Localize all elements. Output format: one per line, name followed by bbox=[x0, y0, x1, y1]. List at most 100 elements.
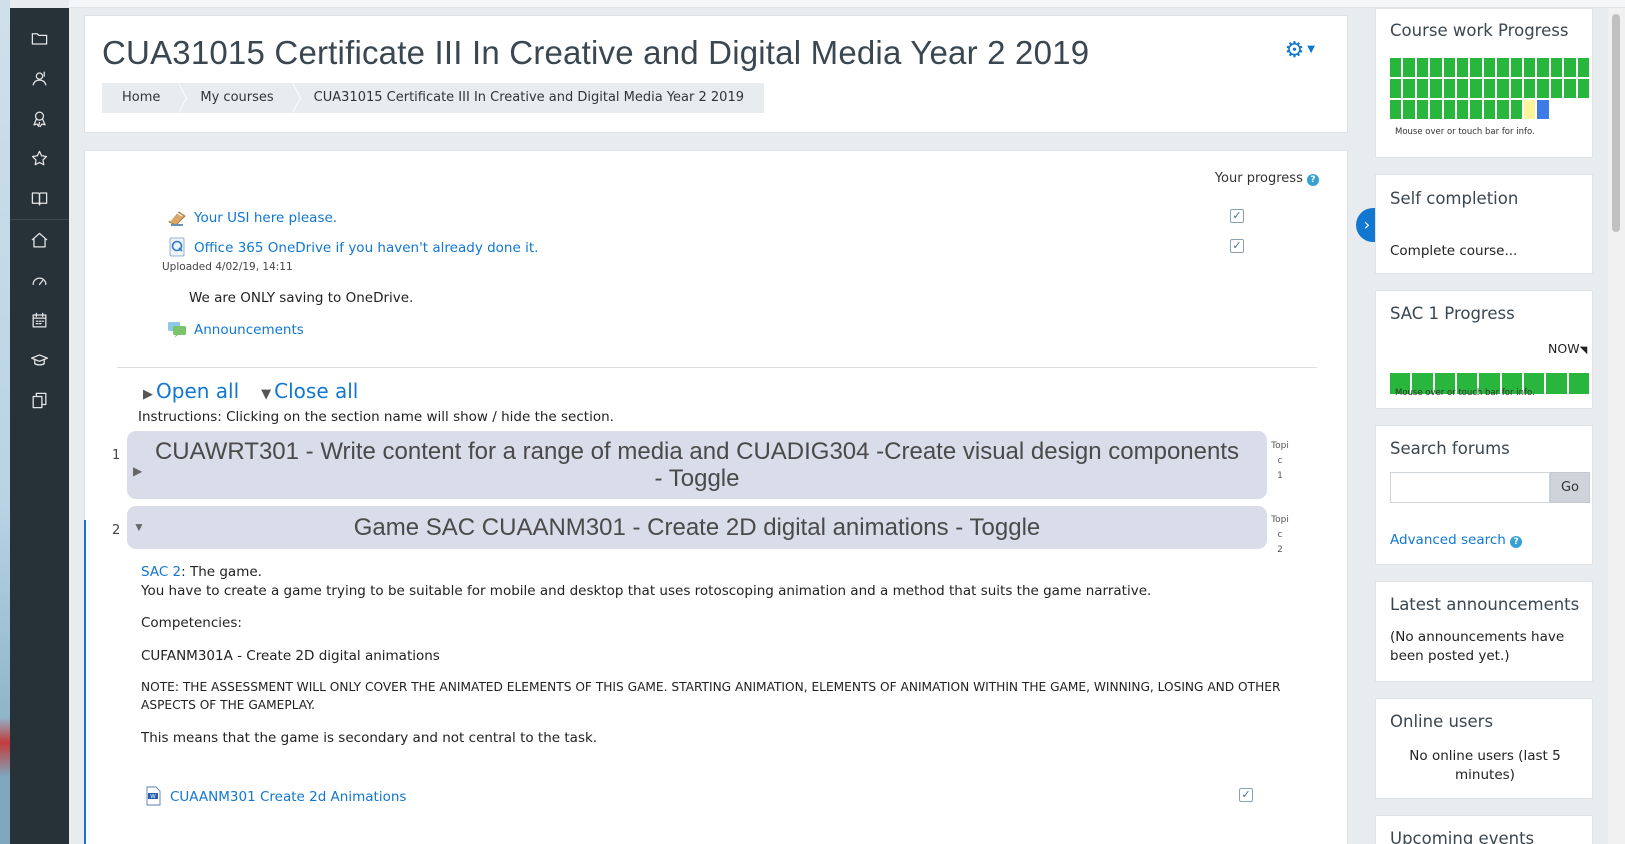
progress-cell[interactable] bbox=[1550, 58, 1563, 77]
sac-2-link[interactable]: SAC 2 bbox=[141, 564, 181, 580]
progress-cell[interactable] bbox=[1577, 79, 1589, 98]
progress-cell[interactable] bbox=[1470, 58, 1482, 77]
progress-cell[interactable] bbox=[1483, 58, 1496, 77]
progress-cell[interactable] bbox=[1523, 58, 1536, 77]
progress-cell[interactable] bbox=[1510, 100, 1522, 119]
breadcrumb-my-courses[interactable]: My courses bbox=[180, 83, 301, 113]
progress-cell[interactable] bbox=[1564, 79, 1576, 98]
help-icon[interactable]: ? bbox=[1307, 174, 1319, 186]
block-self-completion: Self completion Complete course... bbox=[1375, 174, 1593, 274]
progress-cell[interactable] bbox=[1430, 79, 1442, 98]
section-number: 1 bbox=[112, 448, 121, 463]
sac-rest: : The game. bbox=[181, 564, 262, 580]
progress-cell[interactable] bbox=[1430, 58, 1442, 77]
progress-cell[interactable] bbox=[1483, 100, 1496, 119]
open-all-button[interactable]: ▶ Open all bbox=[143, 379, 239, 403]
book-icon[interactable] bbox=[27, 186, 51, 210]
progress-cell[interactable] bbox=[1430, 100, 1442, 119]
complete-course-link[interactable]: Complete course... bbox=[1390, 242, 1517, 261]
activity-link[interactable]: CUAANM301 Create 2d Animations bbox=[170, 789, 406, 805]
progress-cell[interactable] bbox=[1550, 79, 1563, 98]
progress-cell[interactable] bbox=[1416, 79, 1429, 98]
progress-cell[interactable] bbox=[1443, 79, 1455, 98]
progress-cell[interactable] bbox=[1510, 58, 1522, 77]
calendar-icon[interactable] bbox=[27, 308, 51, 332]
gear-icon: ⚙ bbox=[1284, 38, 1305, 63]
star-icon[interactable] bbox=[27, 146, 51, 170]
contacts-icon[interactable] bbox=[27, 66, 51, 90]
folder-icon[interactable] bbox=[27, 26, 51, 50]
advanced-search: Advanced search ? bbox=[1390, 531, 1523, 550]
graduation-cap-icon[interactable] bbox=[27, 348, 51, 372]
breadcrumb-course[interactable]: CUA31015 Certificate III In Creative and… bbox=[294, 83, 764, 113]
completion-checkbox[interactable]: ✓ bbox=[1239, 788, 1253, 802]
url-icon bbox=[169, 237, 185, 257]
progress-cell[interactable] bbox=[1403, 79, 1415, 98]
progress-segment[interactable] bbox=[1568, 373, 1589, 394]
course-content: Your progress ? Your USI here please. ✓ … bbox=[84, 150, 1348, 844]
block-latest-announcements: Latest announcements (No announcements h… bbox=[1375, 581, 1593, 682]
progress-cell[interactable] bbox=[1390, 100, 1402, 119]
activity-link[interactable]: Your USI here please. bbox=[194, 210, 337, 226]
section-title-line: - Toggle bbox=[654, 465, 740, 492]
help-icon[interactable]: ? bbox=[1510, 536, 1523, 548]
clipboard-icon bbox=[168, 211, 186, 226]
block-title: Online users bbox=[1390, 712, 1494, 731]
topic-label-part: 1 bbox=[1277, 471, 1283, 481]
block-coursework-progress: Course work Progress Mouse over or touch… bbox=[1375, 8, 1593, 158]
files-icon[interactable] bbox=[27, 388, 51, 412]
close-all-label: Close all bbox=[274, 379, 359, 403]
progress-cell[interactable] bbox=[1497, 100, 1509, 119]
progress-cell[interactable] bbox=[1390, 79, 1402, 98]
activity-link[interactable]: Announcements bbox=[194, 322, 304, 338]
progress-cell[interactable] bbox=[1416, 58, 1429, 77]
home-icon[interactable] bbox=[27, 228, 51, 252]
completion-checkbox[interactable]: ✓ bbox=[1230, 209, 1244, 223]
dashboard-icon[interactable] bbox=[27, 268, 51, 292]
scroll-thumb[interactable] bbox=[1612, 14, 1620, 232]
topic-label-part: c bbox=[1277, 530, 1283, 540]
breadcrumb-home[interactable]: Home bbox=[102, 83, 188, 113]
progress-cell[interactable] bbox=[1483, 79, 1496, 98]
progress-cell[interactable] bbox=[1390, 58, 1402, 77]
progress-cell[interactable] bbox=[1443, 58, 1455, 77]
activity-link[interactable]: Office 365 OneDrive if you haven't alrea… bbox=[194, 240, 538, 256]
progress-cell[interactable] bbox=[1537, 100, 1549, 119]
badge-icon[interactable] bbox=[27, 106, 51, 130]
section-1-toggle[interactable]: ▶ CUAWRT301 - Write content for a range … bbox=[127, 431, 1267, 499]
section-title: Game SAC CUAANM301 - Create 2D digital a… bbox=[353, 514, 1041, 541]
progress-cell[interactable] bbox=[1564, 58, 1576, 77]
section-2-toggle[interactable]: ▼ Game SAC CUAANM301 - Create 2D digital… bbox=[127, 506, 1267, 549]
completion-checkbox[interactable]: ✓ bbox=[1230, 239, 1244, 253]
progress-cell[interactable] bbox=[1523, 79, 1536, 98]
progress-cell[interactable] bbox=[1470, 100, 1482, 119]
progress-cell[interactable] bbox=[1537, 58, 1549, 77]
progress-cell[interactable] bbox=[1416, 100, 1429, 119]
progress-cell[interactable] bbox=[1510, 79, 1522, 98]
topic-label-part: Topi bbox=[1271, 515, 1289, 525]
progress-cell[interactable] bbox=[1456, 100, 1469, 119]
progress-cell[interactable] bbox=[1523, 100, 1536, 119]
progress-cell[interactable] bbox=[1577, 58, 1589, 77]
progress-cell[interactable] bbox=[1537, 79, 1549, 98]
progress-cell[interactable] bbox=[1403, 100, 1415, 119]
page-scrollbar[interactable] bbox=[1608, 8, 1625, 844]
progress-cell[interactable] bbox=[1456, 58, 1469, 77]
progress-segment[interactable] bbox=[1546, 373, 1567, 394]
progress-cell[interactable] bbox=[1403, 58, 1415, 77]
progress-cell[interactable] bbox=[1497, 58, 1509, 77]
progress-cell[interactable] bbox=[1470, 79, 1482, 98]
progress-grid[interactable] bbox=[1390, 58, 1589, 119]
toggle-instructions: Instructions: Clicking on the section na… bbox=[138, 409, 614, 425]
page-title: CUA31015 Certificate III In Creative and… bbox=[102, 34, 1090, 71]
advanced-search-link[interactable]: Advanced search bbox=[1390, 532, 1506, 548]
progress-cell[interactable] bbox=[1497, 79, 1509, 98]
progress-cell[interactable] bbox=[1443, 100, 1455, 119]
forum-search-input[interactable] bbox=[1390, 472, 1550, 503]
section-description: You have to create a game trying to be s… bbox=[141, 583, 1152, 599]
progress-cell[interactable] bbox=[1456, 79, 1469, 98]
course-settings-menu[interactable]: ⚙ ▼ bbox=[1285, 38, 1315, 63]
go-button[interactable]: Go bbox=[1550, 472, 1590, 503]
now-marker: NOW◥ bbox=[1548, 339, 1587, 360]
close-all-button[interactable]: ▼ Close all bbox=[261, 379, 358, 403]
